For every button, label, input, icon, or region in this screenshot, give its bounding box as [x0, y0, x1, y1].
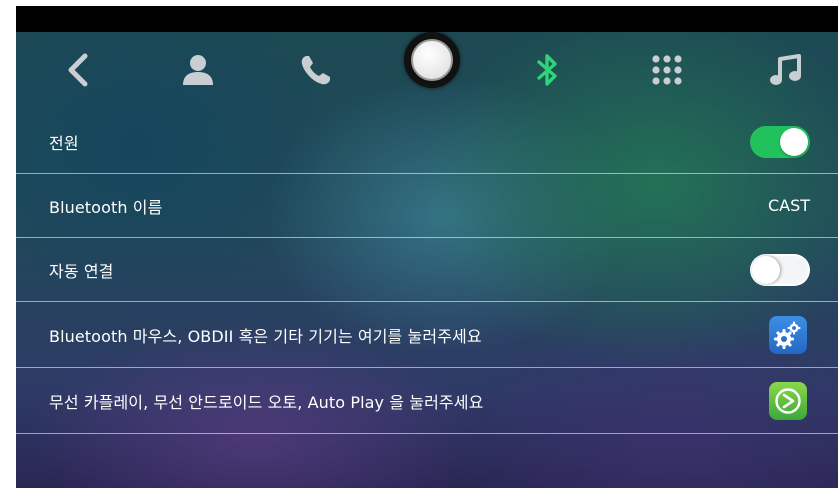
top-nav-bar [16, 32, 838, 110]
power-toggle[interactable] [750, 125, 810, 158]
bluetooth-devices-row[interactable]: Bluetooth 마우스, OBDII 혹은 기타 기기는 여기를 눌러주세요 [16, 302, 838, 368]
auto-connect-row: 자동 연결 [16, 238, 838, 302]
gears-app-icon[interactable] [769, 315, 807, 354]
auto-connect-label: 자동 연결 [49, 261, 114, 281]
music-icon[interactable] [764, 48, 808, 92]
bluetooth-name-label: Bluetooth 이름 [49, 197, 163, 217]
bluetooth-name-row[interactable]: Bluetooth 이름 CAST [16, 174, 838, 238]
bluetooth-devices-label: Bluetooth 마우스, OBDII 혹은 기타 기기는 여기를 눌러주세요 [49, 326, 482, 346]
bluetooth-name-value: CAST [767, 196, 810, 215]
app-screen: 전원 Bluetooth 이름 CAST 자동 연결 Bluetooth 마우스… [16, 6, 838, 488]
status-bar [16, 6, 838, 32]
auto-connect-toggle[interactable] [750, 253, 810, 286]
home-button-face [411, 39, 453, 81]
power-label: 전원 [49, 133, 79, 153]
bluetooth-icon[interactable] [526, 48, 570, 92]
contacts-icon[interactable] [176, 48, 220, 92]
home-button[interactable] [404, 32, 460, 88]
back-icon[interactable] [56, 48, 100, 92]
autoplay-app-icon[interactable] [769, 381, 807, 420]
auto-connect-toggle-knob [752, 255, 780, 284]
phone-icon[interactable] [294, 48, 338, 92]
power-toggle-knob [780, 127, 808, 156]
settings-list: 전원 Bluetooth 이름 CAST 자동 연결 Bluetooth 마우스… [16, 110, 838, 434]
wireless-carplay-row[interactable]: 무선 카플레이, 무선 안드로이드 오토, Auto Play 을 눌러주세요 [16, 368, 838, 434]
power-row: 전원 [16, 110, 838, 174]
dialpad-icon[interactable] [645, 48, 689, 92]
wireless-carplay-label: 무선 카플레이, 무선 안드로이드 오토, Auto Play 을 눌러주세요 [49, 392, 484, 412]
